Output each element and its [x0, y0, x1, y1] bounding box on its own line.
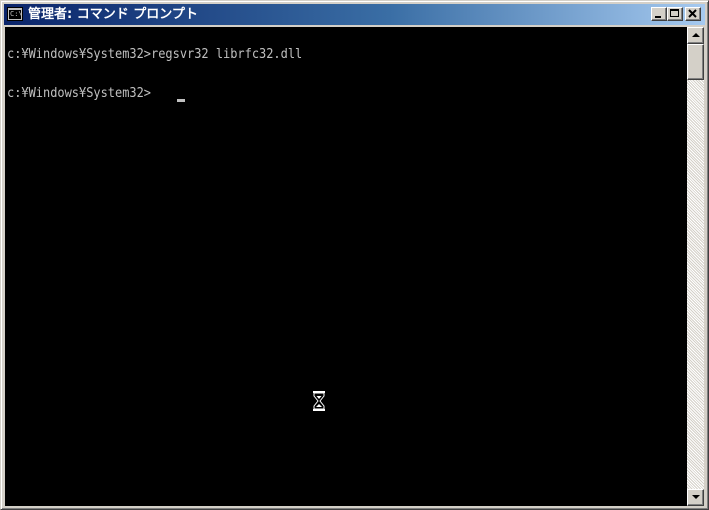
console-window-icon[interactable]: C:\ — [7, 7, 23, 21]
close-icon — [688, 9, 697, 18]
arrow-up-icon — [692, 33, 700, 37]
minimize-button[interactable] — [651, 7, 667, 21]
scroll-down-button[interactable] — [687, 489, 704, 506]
console-line: c:¥Windows¥System32>regsvr32 librfc32.dl… — [7, 47, 303, 62]
scroll-up-button[interactable] — [687, 27, 704, 44]
close-button[interactable] — [685, 7, 701, 21]
maximize-icon — [670, 9, 679, 17]
arrow-down-icon — [692, 495, 700, 499]
minimize-icon — [655, 16, 661, 18]
command-prompt-window: C:\ 管理者: コマンド プロンプト c:¥Windows¥System32>… — [0, 0, 709, 510]
vertical-scrollbar[interactable] — [687, 27, 704, 506]
text-cursor — [177, 99, 185, 102]
console-output-area[interactable]: c:¥Windows¥System32>regsvr32 librfc32.dl… — [5, 27, 687, 506]
hourglass-icon — [313, 391, 325, 411]
maximize-button[interactable] — [667, 7, 683, 21]
title-bar[interactable]: C:\ 管理者: コマンド プロンプト — [4, 4, 705, 25]
window-title: 管理者: コマンド プロンプト — [28, 7, 198, 22]
scrollbar-thumb[interactable] — [687, 44, 704, 80]
console-icon-text: C:\ — [9, 10, 21, 19]
console-prompt-line: c:¥Windows¥System32> — [7, 86, 152, 101]
